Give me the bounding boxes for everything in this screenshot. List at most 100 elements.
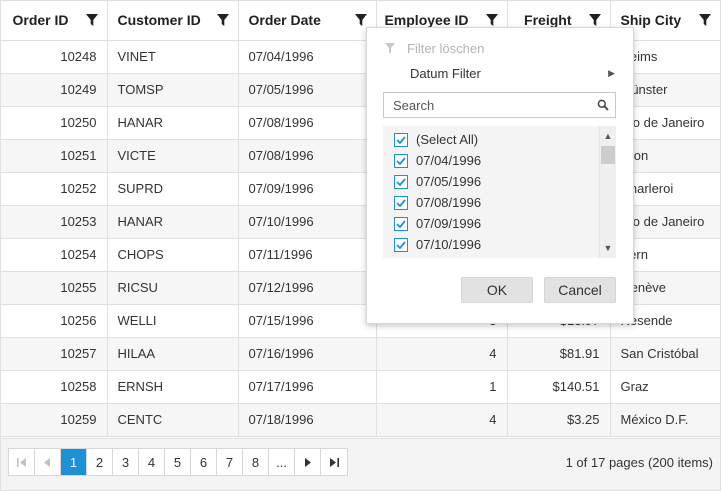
table-cell: México D.F. [610,403,720,437]
checkbox-list-scrollbar[interactable]: ▲ ▼ [599,126,616,258]
table-cell: 10248 [1,40,108,74]
date-filter-label: Datum Filter [410,66,481,81]
column-header-label: Ship City [620,12,682,28]
filter-checkbox-label: 07/08/1996 [416,195,482,210]
table-cell: SUPRD [107,172,239,206]
column-header[interactable]: Customer ID [107,1,239,41]
pager-buttons: 1 2 3 4 5 6 7 8... [8,448,348,476]
table-cell: 4 [376,337,508,371]
pager-page-4[interactable]: 4 [139,449,165,475]
checkbox-checked-icon[interactable] [394,195,408,210]
table-cell: $81.91 [507,337,611,371]
table-cell: Graz [610,370,720,404]
checkbox-checked-icon[interactable] [394,132,408,147]
table-cell: TOMSP [107,73,239,107]
table-cell: 10250 [1,106,108,140]
table-cell: HANAR [107,106,239,140]
clear-filter-icon [385,43,395,54]
table-cell: San Cristóbal [610,337,720,371]
filter-icon[interactable] [85,13,99,27]
checkbox-checked-icon[interactable] [394,216,408,231]
table-row[interactable]: 10259 CENTC 07/18/1996 4 $3.25 México D.F. [1,403,720,437]
checkbox-checked-icon[interactable] [394,153,408,168]
filter-checkbox-item[interactable]: 07/08/1996 [383,192,481,213]
table-cell: HANAR [107,205,239,239]
table-cell: $3.25 [507,403,611,437]
filter-icon[interactable] [354,13,368,27]
checkbox-checked-icon[interactable] [394,174,408,189]
pager-page-5[interactable]: 5 [165,449,191,475]
table-cell: 07/08/1996 [238,106,377,140]
column-header-label: Order ID [12,12,69,28]
filter-checkbox-item[interactable]: (Select All) [383,129,478,150]
filter-checkbox-item[interactable]: 07/09/1996 [383,213,481,234]
prev-page-icon[interactable] [35,449,61,475]
cancel-button[interactable]: Cancel [544,277,616,303]
table-cell: 10255 [1,271,108,305]
filter-icon[interactable] [485,13,499,27]
scroll-down-icon[interactable]: ▼ [600,240,616,256]
filter-checkbox-label: (Select All) [416,132,479,147]
filter-search-box [383,92,616,118]
date-filter-menu[interactable]: Datum Filter ▶ [367,66,635,86]
filter-checkbox-item[interactable]: 07/05/1996 [383,171,481,192]
checkbox-checked-icon[interactable] [394,237,408,252]
filter-checkbox-item[interactable]: 07/10/1996 [383,234,481,255]
scroll-thumb[interactable] [601,146,615,164]
table-cell: 10257 [1,337,108,371]
table-cell: CHOPS [107,238,239,272]
pager-page-6[interactable]: 6 [191,449,217,475]
table-cell: 07/10/1996 [238,205,377,239]
filter-checkbox-label: 07/04/1996 [416,153,482,168]
table-row[interactable]: 10258 ERNSH 07/17/1996 1 $140.51 Graz [1,370,720,404]
table-cell: 10256 [1,304,108,338]
chevron-right-icon: ▶ [608,68,615,78]
table-cell: 07/09/1996 [238,172,377,206]
pager-page-8[interactable]: 8 [243,449,269,475]
table-cell: 10253 [1,205,108,239]
next-page-icon[interactable] [295,449,321,475]
pager-page-1[interactable]: 1 [61,449,87,475]
pager-info: 1 of 17 pages (200 items) [565,455,713,470]
table-cell: HILAA [107,337,239,371]
filter-checkbox-label: 07/10/1996 [416,237,482,252]
table-cell: 07/05/1996 [238,73,377,107]
column-header-label: Customer ID [117,12,201,28]
pager: 1 2 3 4 5 6 7 8... 1 of 17 pages (200 items) [1,438,720,490]
table-cell: 07/04/1996 [238,40,377,74]
table-cell: 10249 [1,73,108,107]
table-cell: 07/15/1996 [238,304,377,338]
pager-page-3[interactable]: 3 [113,449,139,475]
table-row[interactable]: 10257 HILAA 07/16/1996 4 $81.91 San Cristóbal [1,337,720,371]
table-cell: 1 [376,370,508,404]
table-cell: ERNSH [107,370,239,404]
filter-icon[interactable] [588,13,602,27]
filter-search-input[interactable] [384,93,594,117]
column-header-label: Order Date [248,12,321,28]
table-cell: 07/16/1996 [238,337,377,371]
filter-icon[interactable] [216,13,230,27]
column-header-label: Freight [524,12,572,28]
table-cell: 07/12/1996 [238,271,377,305]
filter-checkbox-label: 07/05/1996 [416,174,482,189]
table-cell: 10251 [1,139,108,173]
table-cell: 07/08/1996 [238,139,377,173]
pager-page-7[interactable]: 7 [217,449,243,475]
column-header[interactable]: Order Date [238,1,377,41]
table-cell: 4 [376,403,508,437]
table-cell: RICSU [107,271,239,305]
pager-page-2[interactable]: 2 [87,449,113,475]
table-cell: VINET [107,40,239,74]
last-page-icon[interactable] [321,449,347,475]
filter-icon[interactable] [698,13,712,27]
table-cell: $140.51 [507,370,611,404]
ok-button[interactable]: OK [461,277,533,303]
first-page-icon[interactable] [9,449,35,475]
filter-checkbox-item[interactable]: 07/04/1996 [383,150,481,171]
column-header[interactable]: Order ID [1,1,108,41]
scroll-up-icon[interactable]: ▲ [600,128,616,144]
excel-filter-popup: Filter löschen Datum Filter ▶ ▲ ▼ (Selec… [366,27,634,324]
pager-more[interactable]: ... [269,449,295,475]
table-cell: WELLI [107,304,239,338]
table-cell: 07/17/1996 [238,370,377,404]
